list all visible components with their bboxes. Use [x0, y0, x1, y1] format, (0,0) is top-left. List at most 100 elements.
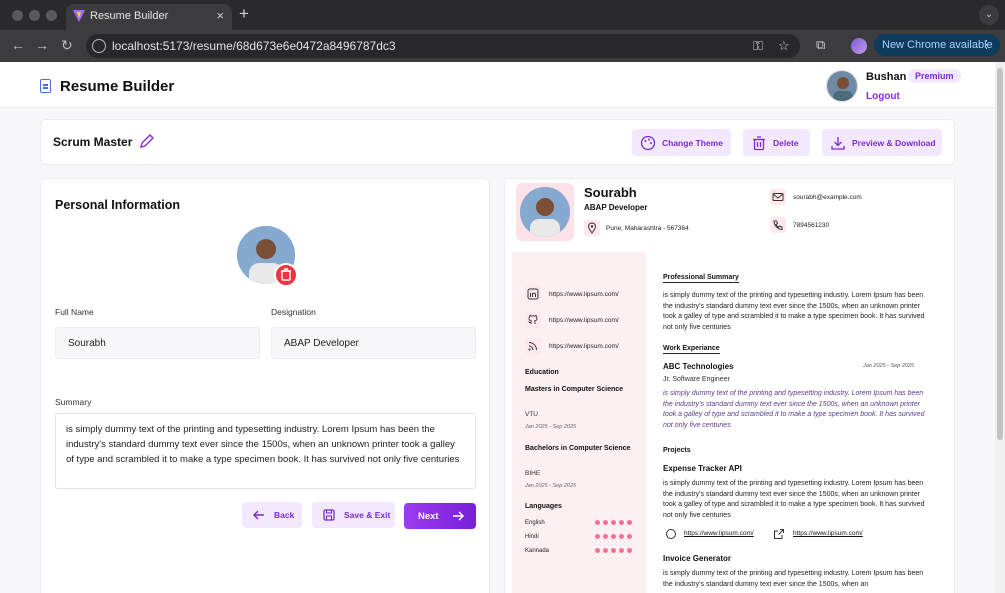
- project-github-link[interactable]: https://www.lipsum.com/: [684, 530, 754, 537]
- work-position: Jr. Software Engineer: [663, 376, 730, 383]
- app-title[interactable]: Resume Builder: [60, 78, 174, 95]
- delete-button[interactable]: Delete: [743, 129, 810, 156]
- site-info-icon[interactable]: [92, 39, 106, 53]
- section-title: Personal Information: [55, 198, 181, 212]
- address-bar[interactable]: localhost:5173/resume/68d673e6e0472a8496…: [86, 34, 800, 58]
- work-description: is simply dummy text of the printing and…: [663, 390, 925, 429]
- full-name-input[interactable]: Sourabh: [55, 327, 260, 359]
- education-heading: Education: [525, 369, 559, 376]
- preview-sidebar: https://www.lipsum.com/ https://www.lips…: [512, 252, 646, 593]
- preview-name: Sourabh: [584, 185, 637, 200]
- preview-phone: 7894561230: [793, 222, 830, 229]
- preview-download-button[interactable]: Preview & Download: [822, 129, 942, 156]
- avatar[interactable]: [826, 70, 858, 102]
- back-label: Back: [274, 510, 295, 520]
- project-description: is simply dummy text of the printing and…: [663, 570, 924, 588]
- rss-icon: [525, 338, 541, 354]
- download-icon: [831, 136, 845, 150]
- projects-heading: Projects: [663, 447, 691, 454]
- window-minimize-dot[interactable]: [29, 10, 40, 21]
- key-icon[interactable]: ⚿: [753, 38, 763, 54]
- designation-input[interactable]: ABAP Developer: [271, 327, 476, 359]
- preview-role: ABAP Developer: [584, 203, 648, 212]
- education-school: VTU: [525, 411, 538, 418]
- mail-icon: [770, 189, 786, 205]
- summary-heading: Professional Summary: [663, 274, 739, 283]
- back-arrow-icon[interactable]: ←: [11, 37, 25, 53]
- designation-label: Designation: [271, 307, 316, 317]
- remove-photo-button[interactable]: [274, 263, 298, 287]
- forward-arrow-icon[interactable]: →: [35, 37, 49, 53]
- chevron-down-icon[interactable]: ⌄: [979, 5, 999, 25]
- star-icon[interactable]: ☆: [778, 38, 790, 54]
- language-rating: [595, 520, 632, 525]
- preview-photo: [516, 183, 574, 241]
- work-dates: Jan 2025 - Sep 2025: [863, 363, 915, 369]
- save-icon: [323, 509, 335, 521]
- back-button[interactable]: Back: [242, 502, 302, 528]
- trash-icon: [753, 135, 765, 150]
- logout-link[interactable]: Logout: [866, 91, 900, 102]
- project-live-link[interactable]: https://www.lipsum.com/: [793, 530, 863, 537]
- preview-email: sourabh@example.com: [793, 194, 862, 201]
- full-name-label: Full Name: [55, 307, 94, 317]
- page: Resume Builder Bushan Premium Logout Scr…: [0, 62, 1005, 593]
- vite-icon: [73, 10, 85, 22]
- personal-info-form: Personal Information Full Name Sourabh D…: [40, 178, 490, 593]
- github-icon: [663, 526, 679, 542]
- extensions-icon[interactable]: ⧉: [816, 37, 825, 53]
- education-degree: Bachelors in Computer Science: [525, 445, 631, 452]
- summary-text: is simply dummy text of the printing and…: [663, 292, 925, 331]
- linkedin-icon: [525, 286, 541, 302]
- trash-icon: [281, 268, 291, 281]
- github-icon: [525, 312, 541, 328]
- language-item: Kannada: [525, 548, 550, 554]
- next-label: Next: [418, 510, 439, 522]
- education-dates: Jan 2025 - Sep 2025: [525, 424, 577, 430]
- summary-textarea[interactable]: is simply dummy text of the printing and…: [55, 413, 476, 489]
- project-name: Expense Tracker API: [663, 464, 742, 473]
- browser-tab[interactable]: Resume Builder ×: [66, 4, 232, 30]
- education-degree: Masters in Computer Science: [525, 386, 624, 393]
- chrome-update-button[interactable]: New Chrome available ⋮: [874, 34, 1000, 56]
- premium-badge: Premium: [908, 69, 961, 83]
- phone-icon: [770, 217, 786, 233]
- app-header: Resume Builder Bushan Premium Logout: [0, 62, 995, 108]
- education-dates: Jan 2025 - Sep 2025: [525, 483, 577, 489]
- change-theme-button[interactable]: Change Theme: [632, 129, 731, 156]
- save-exit-button[interactable]: Save & Exit: [312, 502, 395, 528]
- languages-heading: Languages: [525, 503, 562, 510]
- language-item: Hindi: [525, 534, 539, 540]
- save-exit-label: Save & Exit: [344, 510, 391, 520]
- browser-tab-bar: Resume Builder × + ⌄: [0, 0, 1005, 30]
- work-company: ABC Technologies: [663, 362, 734, 371]
- preview-download-label: Preview & Download: [852, 137, 936, 148]
- language-rating: [595, 548, 632, 553]
- language-item: English: [525, 520, 545, 526]
- next-button[interactable]: Next: [404, 503, 476, 529]
- window-maximize-dot[interactable]: [46, 10, 57, 21]
- work-heading: Work Experiance: [663, 345, 720, 354]
- page-scrollbar[interactable]: [995, 62, 1005, 593]
- preview-link-github[interactable]: https://www.lipsum.com/: [549, 317, 619, 324]
- reload-icon[interactable]: ↻: [61, 37, 73, 54]
- preview-location: Pune, Maharashtra - 567364: [606, 225, 689, 232]
- more-menu-icon: ⋮: [981, 39, 992, 51]
- palette-icon: [640, 135, 656, 150]
- profile-avatar-icon[interactable]: [851, 38, 867, 54]
- preview-link-blog[interactable]: https://www.lipsum.com/: [549, 343, 619, 350]
- scroll-thumb[interactable]: [997, 68, 1003, 440]
- arrow-right-icon: [452, 511, 464, 521]
- arrow-left-icon: [253, 510, 264, 520]
- close-icon[interactable]: ×: [216, 8, 224, 23]
- url-text: localhost:5173/resume/68d673e6e0472a8496…: [112, 39, 396, 53]
- preview-link-linkedin[interactable]: https://www.lipsum.com/: [549, 291, 619, 298]
- external-link-icon: [771, 526, 787, 542]
- pencil-icon[interactable]: [138, 132, 156, 150]
- resume-toolbar: Scrum Master Change Theme Delete Preview…: [40, 119, 955, 165]
- user-name: Bushan: [866, 71, 907, 83]
- window-close-dot[interactable]: [12, 10, 23, 21]
- delete-label: Delete: [773, 137, 799, 148]
- education-school: BIHE: [525, 470, 541, 477]
- new-tab-button[interactable]: +: [239, 4, 249, 24]
